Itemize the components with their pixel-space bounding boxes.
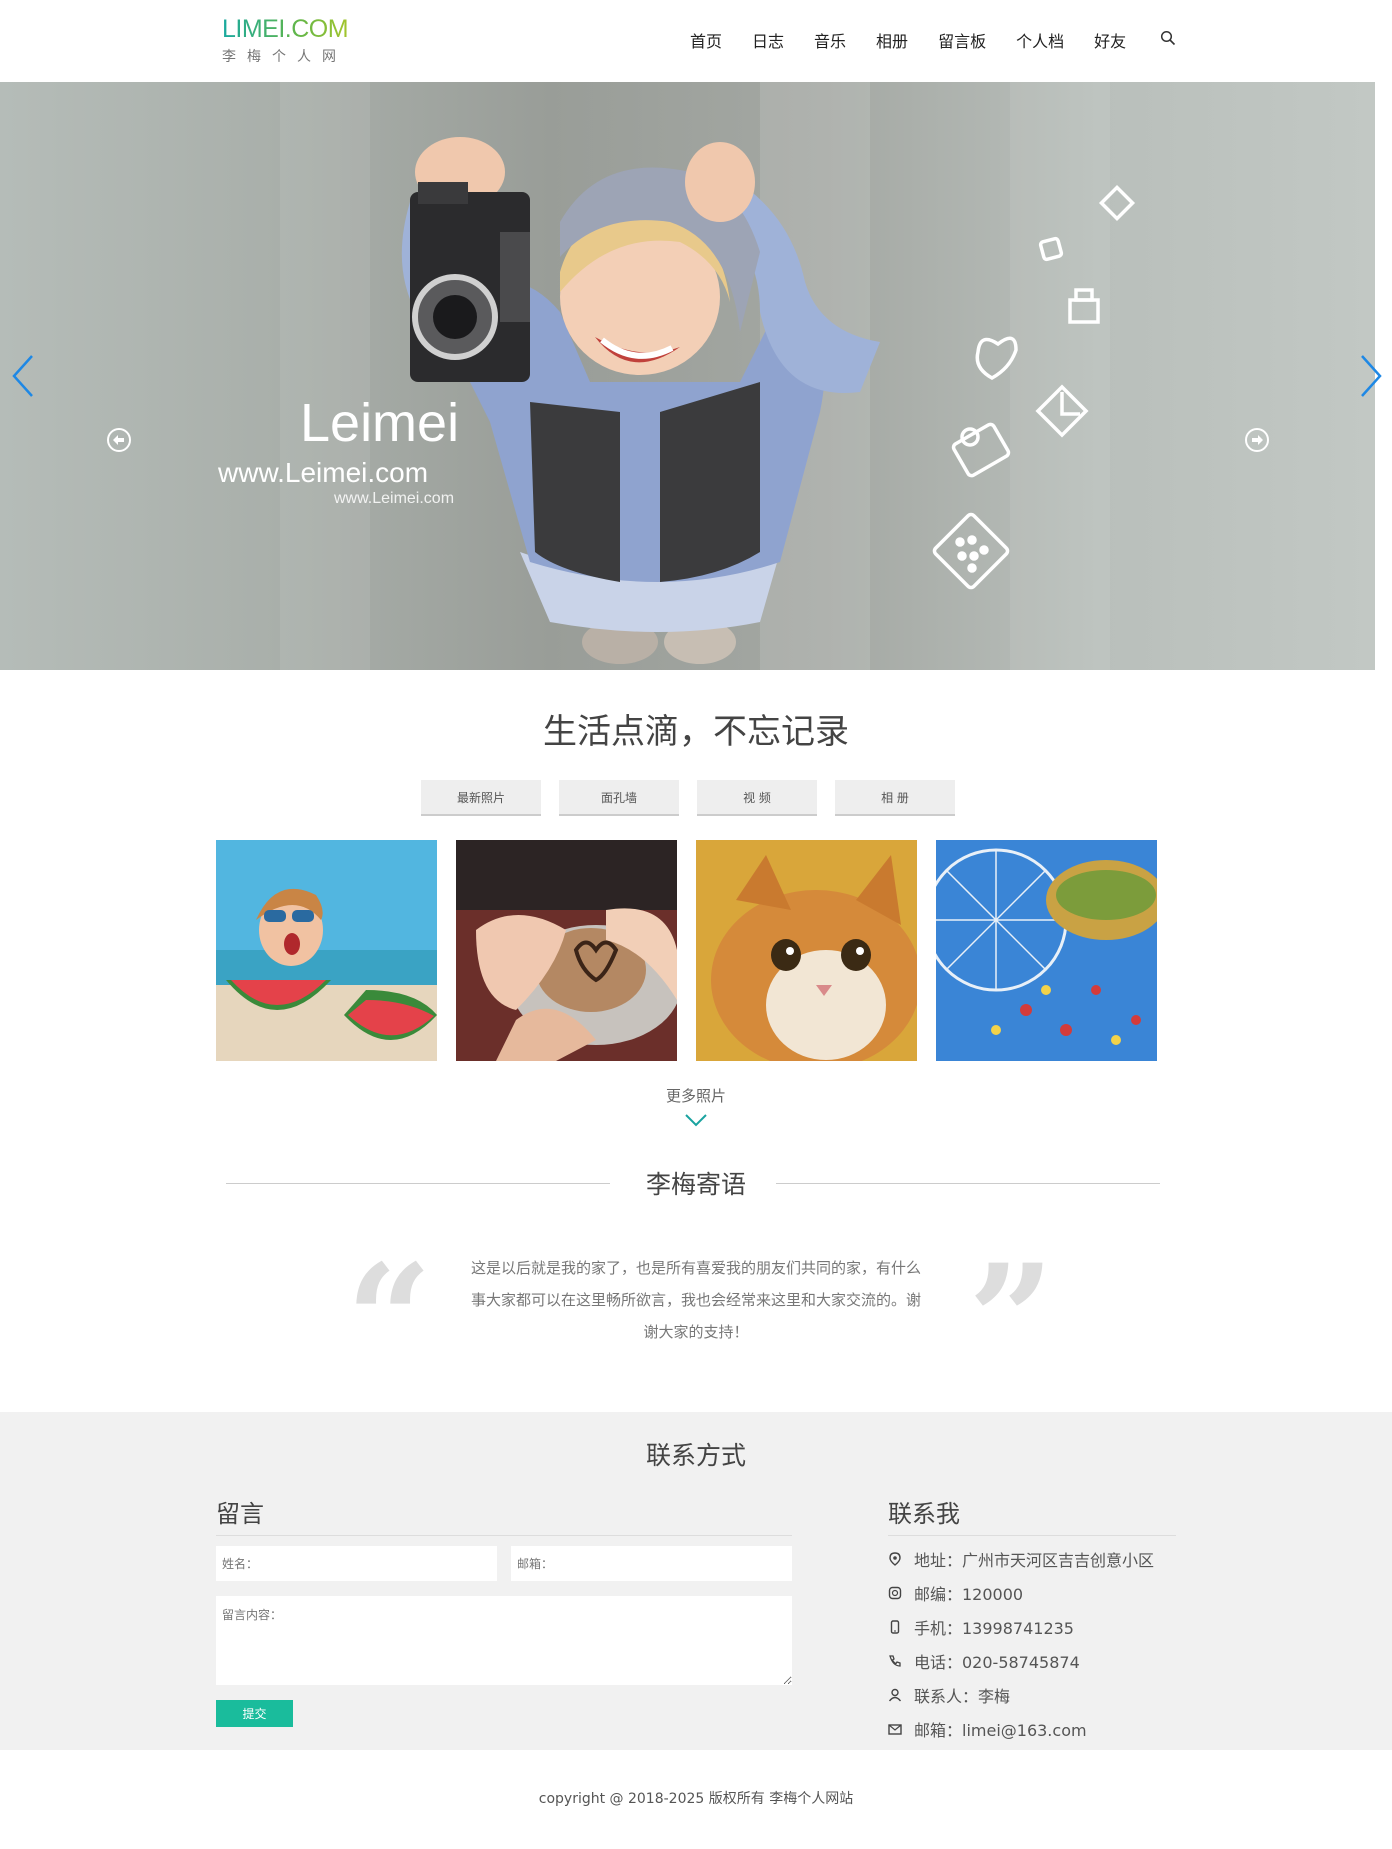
nav-item-music[interactable]: 音乐: [814, 28, 846, 52]
hero-next-circle-icon[interactable]: [1244, 427, 1270, 453]
person-icon: [888, 1688, 902, 1702]
hero-banner: Leimei www.Leimei.com www.Leimei.com: [0, 82, 1375, 670]
tab-album[interactable]: 相 册: [835, 780, 955, 816]
site-header: LIMEI.COM 李梅个人网 首页 日志 音乐 相册 留言板 个人档 好友: [0, 0, 1392, 82]
submit-button[interactable]: 提交: [216, 1700, 293, 1727]
contact-address: 地址：广州市天河区吉吉创意小区: [888, 1542, 1154, 1576]
quote-title: 李梅寄语: [645, 1170, 746, 1199]
person-text: 联系人：李梅: [914, 1687, 1011, 1706]
chevron-down-icon[interactable]: [684, 1112, 708, 1128]
hero-url: www.Leimei.com: [218, 457, 429, 488]
quote-text: 这是以后就是我的家了，也是所有喜爱我的朋友们共同的家，有什么事大家都可以在这里畅…: [470, 1259, 921, 1341]
message-heading: 留言: [216, 1494, 792, 1536]
address-text: 地址：广州市天河区吉吉创意小区: [914, 1551, 1155, 1570]
open-quote-icon: “: [346, 1232, 433, 1408]
photo-ferris-wheel[interactable]: [936, 840, 1157, 1061]
main-nav: 首页 日志 音乐 相册 留言板 个人档 好友: [690, 28, 1156, 52]
tab-latest-photos[interactable]: 最新照片: [421, 780, 541, 816]
nav-item-home[interactable]: 首页: [690, 28, 722, 52]
contact-section: 联系方式 留言 提交 联系我 地址：广州市天河区吉吉创意小区 邮编：120000…: [0, 1412, 1392, 1750]
nav-item-friends[interactable]: 好友: [1094, 28, 1126, 52]
close-quote-icon: ”: [968, 1232, 1055, 1408]
hero-photo-woman: [401, 137, 880, 664]
contact-mobile: 手机：13998741235: [888, 1610, 1154, 1644]
search-icon[interactable]: [1160, 30, 1176, 46]
hero-prev-arrow-icon[interactable]: [8, 352, 38, 400]
contact-email: 邮箱：limei@163.com: [888, 1712, 1154, 1746]
postcode-text: 邮编：120000: [914, 1585, 1024, 1604]
name-field[interactable]: [216, 1546, 497, 1581]
email-text: 邮箱：limei@163.com: [914, 1721, 1087, 1740]
more-photos-link[interactable]: 更多照片: [0, 1085, 1392, 1106]
hero-prev-circle-icon[interactable]: [106, 427, 132, 453]
photo-hands-coffee[interactable]: [456, 840, 677, 1061]
nav-item-blog[interactable]: 日志: [752, 28, 784, 52]
logo-text: LIMEI.COM: [222, 15, 349, 43]
nav-item-album[interactable]: 相册: [876, 28, 908, 52]
hero-decor-icons: [932, 184, 1136, 590]
email-field[interactable]: [511, 1546, 792, 1581]
logo-subtitle: 李梅个人网: [222, 49, 347, 65]
nav-item-profile[interactable]: 个人档: [1016, 28, 1064, 52]
message-content-field[interactable]: [216, 1596, 792, 1685]
hero-url-small: www.Leimei.com: [334, 490, 455, 507]
gallery-title: 生活点滴，不忘记录: [543, 712, 849, 752]
postcode-icon: [888, 1586, 902, 1600]
site-logo[interactable]: LIMEI.COM 李梅个人网: [222, 14, 349, 66]
hero-title: Leimei: [300, 393, 460, 453]
tab-video[interactable]: 视 频: [697, 780, 817, 816]
photo-watermelon-girl[interactable]: [216, 840, 437, 1061]
hero-next-arrow-icon[interactable]: [1356, 352, 1386, 400]
contact-me-heading: 联系我: [888, 1494, 1176, 1536]
mobile-icon: [890, 1620, 900, 1634]
nav-item-guestbook[interactable]: 留言板: [938, 28, 986, 52]
contact-person: 联系人：李梅: [888, 1678, 1154, 1712]
phone-icon: [889, 1655, 901, 1667]
phone-text: 电话：020-58745874: [914, 1653, 1080, 1672]
contact-postcode: 邮编：120000: [888, 1576, 1154, 1610]
photo-orange-cat[interactable]: [696, 840, 917, 1061]
tab-face-wall[interactable]: 面孔墙: [559, 780, 679, 816]
footer-copyright: copyright @ 2018-2025 版权所有 李梅个人网站: [538, 1791, 854, 1807]
mobile-text: 手机：13998741235: [914, 1619, 1074, 1638]
location-icon: [889, 1552, 901, 1566]
mail-icon: [888, 1724, 902, 1735]
photo-grid: [216, 840, 1176, 1061]
contact-info-list: 地址：广州市天河区吉吉创意小区 邮编：120000 手机：13998741235…: [888, 1542, 1154, 1746]
contact-phone: 电话：020-58745874: [888, 1644, 1154, 1678]
gallery-tabs: 最新照片 面孔墙 视 频 相 册: [421, 780, 973, 816]
contact-title: 联系方式: [645, 1441, 746, 1470]
